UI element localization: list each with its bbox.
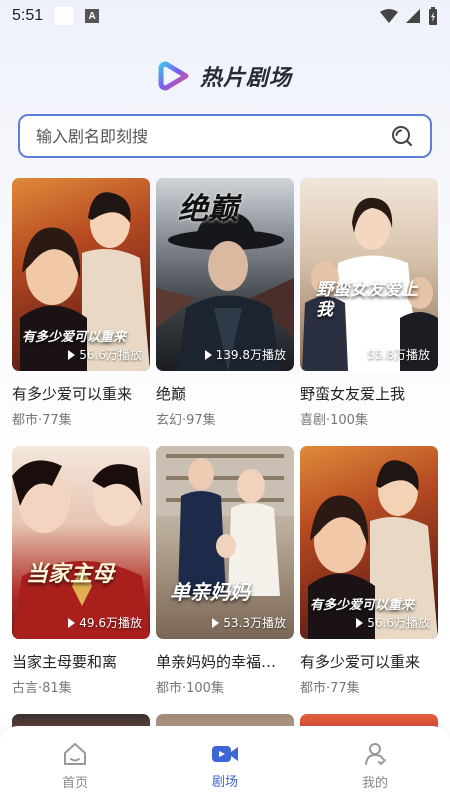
notification-badge-icon: A [85, 9, 100, 23]
drama-card[interactable]: 绝巅 139.8万播放 绝巅 玄幻·97集 [156, 178, 294, 446]
drama-title[interactable]: 有多少爱可以重来 [300, 651, 438, 672]
poster-art-title: 当家主母 [26, 562, 115, 587]
play-icon [204, 349, 212, 360]
poster-art-title: 有多少爱可以重来 [310, 598, 415, 613]
app-header: 热片剧场 [0, 58, 450, 94]
play-icon [212, 617, 220, 628]
drama-title[interactable]: 有多少爱可以重来 [12, 383, 150, 404]
play-count: 49.6万播放 [68, 614, 142, 631]
battery-icon [429, 7, 437, 25]
play-icon [68, 617, 76, 628]
drama-poster[interactable]: 绝巅 139.8万播放 [156, 178, 294, 371]
poster-image: 有多少爱可以重来 [12, 178, 150, 371]
drama-poster[interactable]: 野蛮女友爱上我 55.8万播放 [300, 178, 438, 371]
poster-image: 野蛮女友爱上我 [300, 178, 438, 371]
play-icon [356, 617, 364, 628]
play-icon [68, 349, 76, 360]
play-count-label: 56.6万播放 [79, 348, 142, 362]
drama-meta: 喜剧·100集 [300, 413, 368, 428]
drama-poster[interactable]: 有多少爱可以重来 56.6万播放 [300, 446, 438, 639]
drama-meta: 玄幻·97集 [156, 413, 216, 428]
play-count: 53.3万播放 [212, 614, 286, 631]
play-count-label: 139.8万播放 [215, 348, 286, 362]
play-count-label: 49.6万播放 [79, 616, 142, 630]
bottom-nav: 首页 剧场 我的 [0, 726, 450, 800]
drama-poster[interactable]: 有多少爱可以重来 56.6万播放 [12, 178, 150, 371]
wifi-icon [380, 9, 398, 23]
drama-card[interactable]: 有多少爱可以重来 56.6万播放 有多少爱可以重来 都市·77集 [12, 178, 150, 446]
drama-title[interactable]: 野蛮女友爱上我 [300, 383, 438, 404]
drama-meta: 古言·81集 [12, 681, 72, 696]
play-count-label: 55.8万播放 [367, 348, 430, 362]
drama-poster[interactable]: 当家主母 49.6万播放 [12, 446, 150, 639]
home-icon [64, 742, 86, 765]
user-icon [365, 742, 386, 765]
signal-icon [406, 9, 420, 23]
play-count: 56.6万播放 [68, 346, 142, 363]
video-camera-icon [212, 745, 238, 762]
drama-title[interactable]: 单亲妈妈的幸福… [156, 651, 294, 672]
play-count: 139.8万播放 [204, 346, 286, 363]
nav-theater[interactable]: 剧场 [180, 743, 270, 790]
poster-image: 单亲妈妈 [156, 446, 294, 639]
play-count: 55.8万播放 [356, 346, 430, 363]
drama-grid: 有多少爱可以重来 56.6万播放 有多少爱可以重来 都市·77集 绝巅 139.… [12, 178, 438, 714]
drama-meta: 都市·100集 [156, 681, 224, 696]
status-time: 5:51 [12, 7, 44, 24]
app-logo-icon [158, 61, 189, 91]
notification-icon [55, 7, 74, 25]
poster-art-title: 单亲妈妈 [170, 580, 250, 604]
drama-meta: 都市·77集 [12, 413, 72, 428]
poster-image: 绝巅 [156, 178, 294, 371]
drama-poster[interactable]: 单亲妈妈 53.3万播放 [156, 446, 294, 639]
search-bar[interactable] [18, 114, 432, 158]
nav-home[interactable]: 首页 [30, 742, 120, 791]
status-bar: 5:51 A [0, 0, 450, 32]
nav-profile[interactable]: 我的 [330, 742, 420, 791]
drama-card[interactable]: 单亲妈妈 53.3万播放 单亲妈妈的幸福… 都市·100集 [156, 446, 294, 714]
nav-theater-label: 剧场 [211, 774, 238, 790]
app-title: 热片剧场 [199, 66, 292, 91]
nav-profile-label: 我的 [361, 775, 388, 791]
nav-home-label: 首页 [61, 775, 88, 791]
poster-art-title: 有多少爱可以重来 [22, 330, 127, 345]
drama-meta: 都市·77集 [300, 681, 360, 696]
drama-title[interactable]: 当家主母要和离 [12, 651, 150, 672]
poster-image: 当家主母 [12, 446, 150, 639]
poster-art-title: 绝巅 [178, 192, 238, 227]
drama-card[interactable]: 当家主母 49.6万播放 当家主母要和离 古言·81集 [12, 446, 150, 714]
search-icon[interactable] [390, 124, 414, 148]
drama-card[interactable]: 有多少爱可以重来 56.6万播放 有多少爱可以重来 都市·77集 [300, 446, 438, 714]
drama-title[interactable]: 绝巅 [156, 383, 294, 404]
play-count-label: 53.3万播放 [223, 616, 286, 630]
play-count-label: 56.6万播放 [367, 616, 430, 630]
drama-card[interactable]: 野蛮女友爱上我 55.8万播放 野蛮女友爱上我 喜剧·100集 [300, 178, 438, 446]
poster-image: 有多少爱可以重来 [300, 446, 438, 639]
play-count: 56.6万播放 [356, 614, 430, 631]
search-input[interactable] [36, 126, 390, 146]
play-icon [356, 349, 364, 360]
poster-art-title: 野蛮女友爱上我 [316, 280, 418, 320]
